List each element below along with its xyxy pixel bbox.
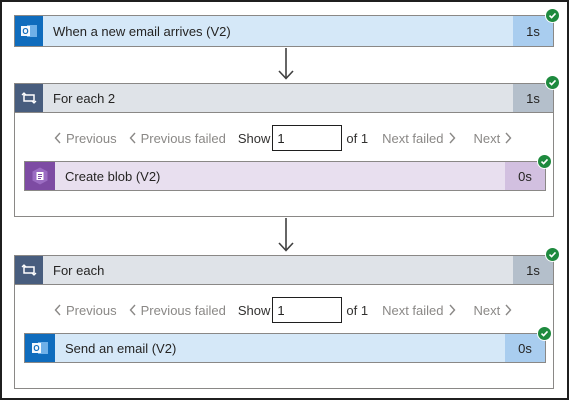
chevron-right-icon: [505, 304, 512, 316]
flow-run-canvas: O When a new email arrives (V2) 1s For e…: [0, 0, 569, 400]
loop-title: For each 2: [53, 90, 116, 106]
flow-arrow-icon: [278, 218, 294, 252]
show-label: Show: [237, 130, 271, 146]
previous-label: Previous: [66, 130, 117, 146]
chevron-left-icon: [129, 132, 136, 144]
next-failed-label: Next failed: [382, 302, 444, 318]
success-check-icon: [545, 247, 560, 262]
chevron-right-icon: [448, 304, 455, 316]
chevron-left-icon: [54, 304, 61, 316]
success-check-icon: [545, 8, 560, 23]
of-total-label: of 1: [346, 130, 369, 146]
action-card[interactable]: O Send an email (V2) 0s: [24, 333, 546, 363]
show-label: Show: [237, 302, 271, 318]
chevron-right-icon: [505, 132, 512, 144]
outlook-icon: O: [25, 334, 55, 362]
chevron-left-icon: [54, 132, 61, 144]
success-check-icon: [537, 154, 552, 169]
success-check-icon: [537, 326, 552, 341]
loop-icon: [15, 84, 43, 112]
loop-card-header[interactable]: For each 1s: [14, 255, 554, 285]
iteration-pager: Previous Previous failed Show of 1 Next …: [54, 297, 512, 323]
previous-failed-button[interactable]: Previous failed: [129, 131, 226, 146]
action-card[interactable]: Create blob (V2) 0s: [24, 161, 546, 191]
previous-failed-label: Previous failed: [140, 130, 226, 146]
previous-button[interactable]: Previous: [54, 303, 117, 318]
flow-arrow-icon: [278, 48, 294, 80]
svg-text:O: O: [33, 344, 39, 353]
iteration-number-input[interactable]: [272, 297, 343, 323]
next-failed-button[interactable]: Next failed: [382, 131, 455, 146]
success-check-icon: [545, 75, 560, 90]
next-label: Next: [473, 302, 501, 318]
loop-icon: [15, 256, 43, 284]
previous-label: Previous: [66, 302, 117, 318]
next-button[interactable]: Next: [474, 131, 513, 146]
trigger-title: When a new email arrives (V2): [53, 23, 231, 39]
previous-button[interactable]: Previous: [54, 131, 117, 146]
chevron-right-icon: [448, 132, 455, 144]
iteration-pager: Previous Previous failed Show of 1 Next …: [54, 125, 512, 151]
previous-failed-label: Previous failed: [140, 302, 226, 318]
loop-card-header[interactable]: For each 2 1s: [14, 83, 554, 113]
blob-storage-icon: [25, 162, 55, 190]
action-title: Send an email (V2): [65, 340, 177, 356]
action-title: Create blob (V2): [65, 168, 161, 184]
previous-failed-button[interactable]: Previous failed: [129, 303, 226, 318]
outlook-icon: O: [15, 16, 43, 46]
next-failed-button[interactable]: Next failed: [382, 303, 455, 318]
iteration-number-input[interactable]: [272, 125, 343, 151]
chevron-left-icon: [129, 304, 136, 316]
next-failed-label: Next failed: [382, 130, 444, 146]
trigger-card[interactable]: O When a new email arrives (V2) 1s: [14, 15, 554, 47]
svg-text:O: O: [22, 27, 28, 36]
next-label: Next: [473, 130, 501, 146]
loop-title: For each: [53, 262, 105, 278]
of-total-label: of 1: [346, 302, 369, 318]
next-button[interactable]: Next: [474, 303, 513, 318]
